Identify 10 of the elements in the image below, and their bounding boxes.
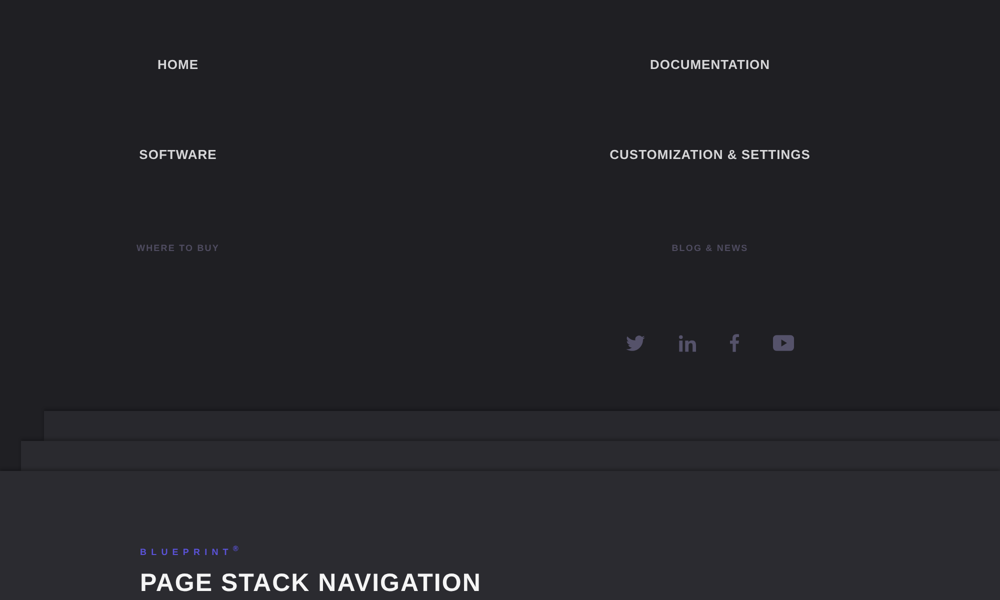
- in-letters-icon[interactable]: [679, 334, 696, 352]
- f-letter-icon[interactable]: [730, 334, 739, 352]
- bird-icon[interactable]: [626, 335, 645, 351]
- nav-link[interactable]: CUSTOMIZATION & SETTINGS: [610, 147, 810, 163]
- page-title: PAGE STACK NAVIGATION: [140, 568, 482, 598]
- nav-link[interactable]: HOME: [158, 57, 198, 73]
- nav-link[interactable]: SOFTWARE: [139, 147, 217, 163]
- play-button-icon[interactable]: [773, 335, 794, 351]
- nav-link[interactable]: DOCUMENTATION: [650, 57, 770, 73]
- brand-label: BLUEPRINT$^{®}$: [140, 543, 244, 558]
